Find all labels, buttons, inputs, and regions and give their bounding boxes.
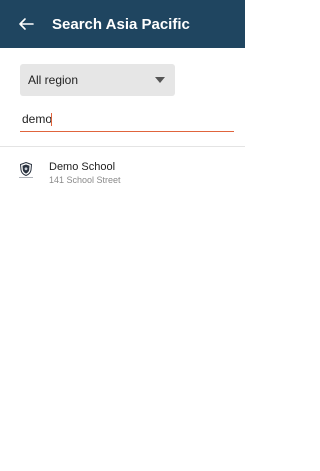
divider <box>0 146 245 147</box>
search-input[interactable] <box>20 106 234 132</box>
list-item[interactable]: Demo School 141 School Street <box>0 156 245 198</box>
school-shield-logo-icon <box>17 162 35 186</box>
result-name: Demo School <box>49 161 116 173</box>
region-dropdown-value: All region <box>28 73 79 87</box>
caret-down-icon <box>155 77 165 83</box>
back-button[interactable] <box>6 0 46 48</box>
app-bar: Search Asia Pacific <box>0 0 245 48</box>
search-field <box>20 106 234 134</box>
region-dropdown[interactable]: All region <box>20 64 175 96</box>
arrow-left-icon <box>19 18 34 30</box>
result-address: 141 School Street <box>49 175 121 185</box>
text-cursor <box>51 113 52 126</box>
result-text: Demo School 141 School Street <box>49 161 121 186</box>
page-title: Search Asia Pacific <box>52 15 190 33</box>
